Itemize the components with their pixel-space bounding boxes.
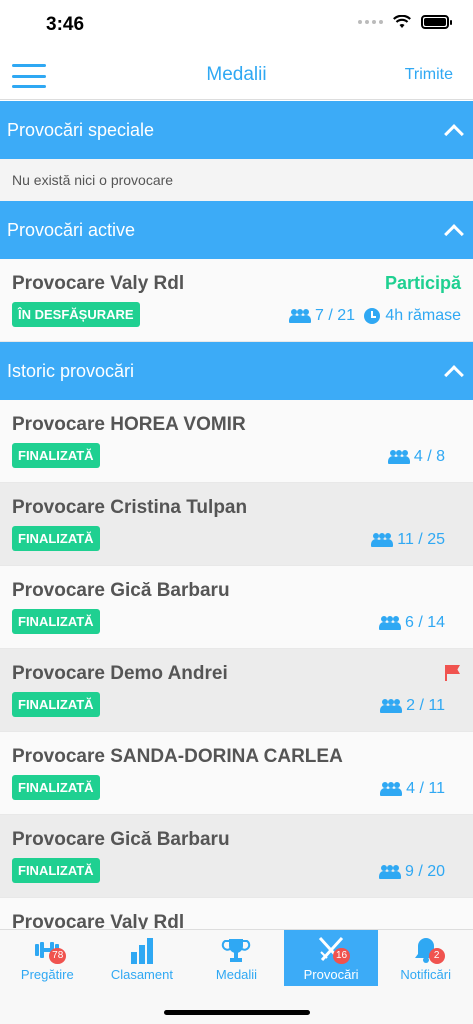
challenge-row[interactable]: Provocare Demo Andrei FINALIZATĂ 2 / 11 <box>0 649 473 732</box>
challenge-title: Provocare Demo Andrei <box>12 663 228 684</box>
challenge-title: Provocare HOREA VOMIR <box>12 414 246 435</box>
tab-label: Medalii <box>215 967 258 982</box>
tab-label: Clasament <box>110 967 173 982</box>
signal-icon <box>358 20 383 24</box>
status-badge: FINALIZATĂ <box>12 609 100 634</box>
challenge-row-active[interactable]: Provocare Valy Rdl Participă ÎN DESFĂȘUR… <box>0 259 473 342</box>
tab-challenges[interactable]: 16 Provocări <box>283 930 379 986</box>
status-time: 3:46 <box>46 14 85 35</box>
tab-medals[interactable]: Medalii <box>189 930 284 986</box>
navigation-bar: Medalii Trimite <box>0 50 473 100</box>
section-title: Provocări active <box>7 219 136 240</box>
group-icon <box>378 865 401 879</box>
challenge-row[interactable]: Provocare Cristina Tulpan FINALIZATĂ 11 … <box>0 483 473 566</box>
send-button[interactable]: Trimite <box>405 66 453 84</box>
status-badge: FINALIZATĂ <box>12 692 100 717</box>
participants-count: 2 / 11 <box>380 697 445 715</box>
dumbbell-icon: 78 <box>32 936 67 964</box>
tab-label: Provocări <box>303 967 359 982</box>
group-icon <box>288 309 311 323</box>
empty-message: Nu există nici o provocare <box>0 159 473 201</box>
bell-icon: 2 <box>411 936 445 964</box>
status-badge: FINALIZATĂ <box>12 526 100 551</box>
tab-notifications[interactable]: 2 Notificări <box>378 930 473 986</box>
challenge-title: Provocare Gică Barbaru <box>12 580 230 601</box>
page-title: Medalii <box>206 64 267 85</box>
tab-label: Pregătire <box>20 967 74 982</box>
participants-count: 9 / 20 <box>378 863 445 881</box>
clock-icon <box>364 308 381 324</box>
section-header-active[interactable]: Provocări active <box>0 201 473 259</box>
tab-ranking[interactable]: Clasament <box>95 930 190 986</box>
status-badge: FINALIZATĂ <box>12 443 100 468</box>
challenge-title: Provocare SANDA-DORINA CARLEA <box>12 746 343 767</box>
group-icon <box>380 699 403 713</box>
group-icon <box>387 450 410 464</box>
tab-label: Notificări <box>400 967 451 982</box>
challenge-title: Provocare Cristina Tulpan <box>12 497 248 518</box>
challenge-row[interactable]: Provocare HOREA VOMIR FINALIZATĂ 4 / 8 <box>0 400 473 483</box>
participate-button[interactable]: Participă <box>385 273 461 294</box>
time-left: 4h rămase <box>364 307 461 325</box>
participants-count: 11 / 25 <box>371 531 445 549</box>
group-icon <box>378 616 401 630</box>
notification-badge: 78 <box>49 948 67 964</box>
challenge-row[interactable]: Provocare Gică Barbaru FINALIZATĂ 9 / 20 <box>0 815 473 898</box>
status-icons <box>358 15 452 29</box>
chevron-up-icon <box>444 124 464 144</box>
bar-chart-icon <box>127 936 157 964</box>
participants-count: 6 / 14 <box>378 614 445 632</box>
chevron-up-icon <box>444 365 464 385</box>
chevron-up-icon <box>444 224 464 244</box>
status-badge: ÎN DESFĂȘURARE <box>12 302 140 327</box>
notification-badge: 2 <box>428 948 445 964</box>
flag-icon <box>445 665 461 681</box>
tab-training[interactable]: 78 Pregătire <box>0 930 95 986</box>
trophy-icon <box>221 936 251 964</box>
challenge-row[interactable]: Provocare Valy Rdl <box>0 898 473 929</box>
section-header-special[interactable]: Provocări speciale <box>0 101 473 159</box>
group-icon <box>380 782 403 796</box>
participants-count: 4 / 8 <box>387 448 445 466</box>
challenge-title: Provocare Valy Rdl <box>12 912 185 929</box>
participants-count: 4 / 11 <box>380 780 445 798</box>
section-header-history[interactable]: Istoric provocări <box>0 342 473 400</box>
battery-icon <box>421 15 452 29</box>
challenge-title: Provocare Gică Barbaru <box>12 829 230 850</box>
participants-count: 7 / 21 <box>288 307 355 325</box>
home-indicator <box>164 1010 310 1015</box>
section-title: Provocări speciale <box>7 119 155 140</box>
challenge-row[interactable]: Provocare Gică Barbaru FINALIZATĂ 6 / 14 <box>0 566 473 649</box>
group-icon <box>371 533 394 547</box>
wifi-icon <box>393 15 411 28</box>
status-badge: FINALIZATĂ <box>12 858 100 883</box>
status-badge: FINALIZATĂ <box>12 775 100 800</box>
section-title: Istoric provocări <box>7 360 135 381</box>
notification-badge: 16 <box>332 948 351 964</box>
status-bar: 3:46 <box>0 0 473 50</box>
challenges-list[interactable]: Provocări speciale Nu există nici o prov… <box>0 101 473 929</box>
challenge-row[interactable]: Provocare SANDA-DORINA CARLEA FINALIZATĂ… <box>0 732 473 815</box>
crossed-swords-icon: 16 <box>316 936 351 964</box>
challenge-title: Provocare Valy Rdl <box>12 273 185 294</box>
